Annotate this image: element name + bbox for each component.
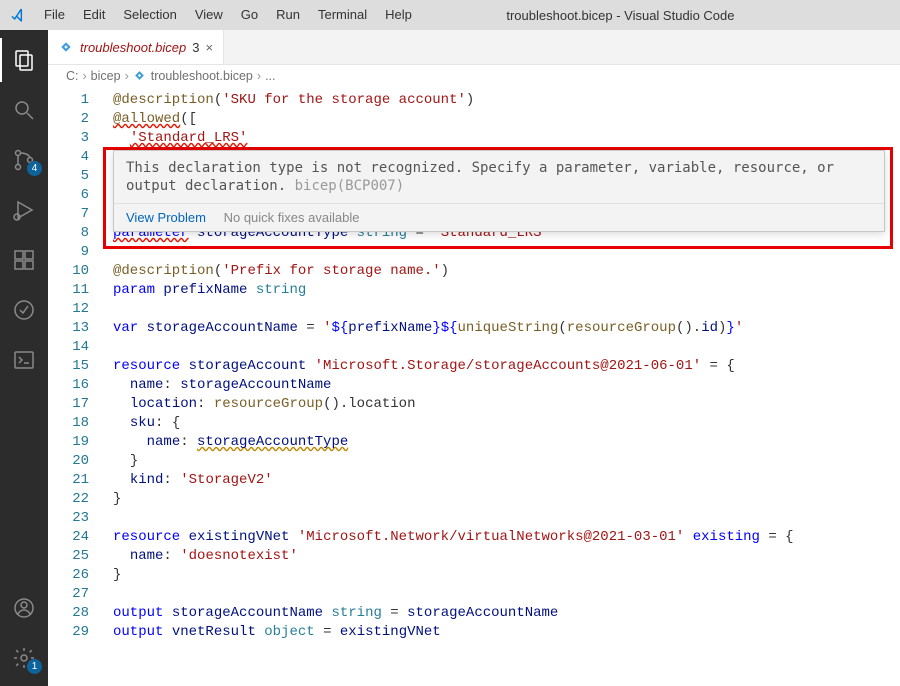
chevron-right-icon: › bbox=[83, 69, 87, 83]
settings-badge: 1 bbox=[27, 659, 42, 674]
source-control-badge: 4 bbox=[27, 161, 42, 176]
code-editor[interactable]: 1 2 3 4 5 6 7 8 9 10 11 12 13 14 bbox=[48, 87, 900, 686]
breadcrumb-seg-file[interactable]: troubleshoot.bicep bbox=[151, 69, 253, 83]
activity-terminal-shortcut[interactable] bbox=[0, 338, 48, 382]
activity-extensions[interactable] bbox=[0, 238, 48, 282]
tab-bar: troubleshoot.bicep 3 × bbox=[48, 30, 900, 65]
menu-edit[interactable]: Edit bbox=[74, 0, 114, 30]
vscode-logo-icon bbox=[0, 7, 35, 23]
bicep-file-icon bbox=[133, 69, 147, 83]
activity-search[interactable] bbox=[0, 88, 48, 132]
activity-testing[interactable] bbox=[0, 288, 48, 332]
menu-go[interactable]: Go bbox=[232, 0, 267, 30]
no-quick-fixes-label: No quick fixes available bbox=[224, 210, 360, 225]
breadcrumb-seg-folder[interactable]: bicep bbox=[91, 69, 121, 83]
activity-explorer[interactable] bbox=[0, 38, 48, 82]
menu-terminal[interactable]: Terminal bbox=[309, 0, 376, 30]
activity-source-control[interactable]: 4 bbox=[0, 138, 48, 182]
menu-view[interactable]: View bbox=[186, 0, 232, 30]
activity-run-debug[interactable] bbox=[0, 188, 48, 232]
activity-bar: 4 1 bbox=[0, 30, 48, 686]
menu-bar: File Edit Selection View Go Run Terminal… bbox=[35, 0, 421, 30]
tab-close-icon[interactable]: × bbox=[205, 40, 213, 55]
view-problem-link[interactable]: View Problem bbox=[126, 210, 206, 225]
line-number-gutter: 1 2 3 4 5 6 7 8 9 10 11 12 13 14 bbox=[48, 87, 103, 642]
menu-help[interactable]: Help bbox=[376, 0, 421, 30]
tab-problem-count: 3 bbox=[192, 40, 199, 55]
breadcrumb-seg-root[interactable]: C: bbox=[66, 69, 79, 83]
breadcrumbs[interactable]: C: › bicep › troubleshoot.bicep › ... bbox=[48, 65, 900, 87]
activity-settings[interactable]: 1 bbox=[0, 636, 48, 680]
menu-selection[interactable]: Selection bbox=[114, 0, 185, 30]
menu-run[interactable]: Run bbox=[267, 0, 309, 30]
chevron-right-icon: › bbox=[125, 69, 129, 83]
editor-area: troubleshoot.bicep 3 × C: › bicep › trou… bbox=[48, 30, 900, 686]
error-message: This declaration type is not recognized.… bbox=[114, 151, 884, 203]
bicep-file-icon bbox=[58, 39, 74, 55]
tab-filename: troubleshoot.bicep bbox=[80, 40, 186, 55]
window-title: troubleshoot.bicep - Visual Studio Code bbox=[421, 8, 900, 23]
menu-file[interactable]: File bbox=[35, 0, 74, 30]
title-bar: File Edit Selection View Go Run Terminal… bbox=[0, 0, 900, 30]
breadcrumb-tail[interactable]: ... bbox=[265, 69, 275, 83]
error-hover-popup: This declaration type is not recognized.… bbox=[113, 150, 885, 232]
tab-troubleshoot-bicep[interactable]: troubleshoot.bicep 3 × bbox=[48, 30, 224, 64]
activity-account[interactable] bbox=[0, 586, 48, 630]
chevron-right-icon: › bbox=[257, 69, 261, 83]
